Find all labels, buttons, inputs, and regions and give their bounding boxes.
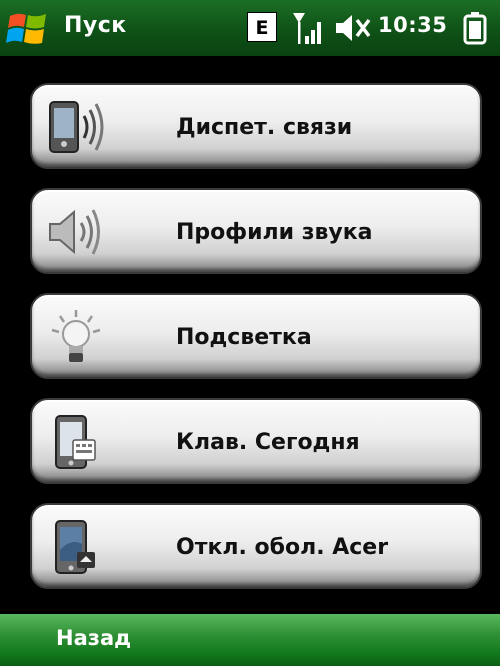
- main-menu: Диспет. связи Профили звука Подсветка Кл…: [0, 56, 500, 614]
- sound-profiles-icon: [49, 209, 100, 255]
- volume-muted-icon[interactable]: [334, 12, 372, 44]
- acer-shell-off-label: Откл. обол. Acer: [176, 535, 389, 560]
- sound-profiles-button[interactable]: Профили звука: [30, 188, 482, 274]
- today-keyboard-label: Клав. Сегодня: [176, 430, 360, 455]
- start-title[interactable]: Пуск: [64, 13, 127, 38]
- backlight-bulb-icon: [51, 310, 101, 362]
- battery-icon[interactable]: [462, 11, 488, 45]
- acer-shell-off-button[interactable]: Откл. обол. Acer: [30, 503, 482, 589]
- clock[interactable]: 10:35: [378, 13, 447, 37]
- status-bar: Пуск E 10:35: [0, 0, 500, 57]
- connection-manager-icon: [49, 101, 104, 153]
- sound-profiles-label: Профили звука: [176, 220, 373, 245]
- windows-start-icon[interactable]: [6, 8, 50, 48]
- back-softkey[interactable]: Назад: [56, 626, 131, 650]
- network-type-badge: E: [247, 12, 277, 42]
- today-keyboard-button[interactable]: Клав. Сегодня: [30, 398, 482, 484]
- connection-manager-label: Диспет. связи: [176, 115, 353, 140]
- backlight-button[interactable]: Подсветка: [30, 293, 482, 379]
- softkey-bar: Назад: [0, 614, 500, 666]
- backlight-label: Подсветка: [176, 325, 312, 350]
- connection-manager-button[interactable]: Диспет. связи: [30, 83, 482, 169]
- acer-shell-off-icon: [55, 520, 95, 574]
- today-keyboard-icon: [55, 415, 96, 469]
- signal-strength-icon[interactable]: [291, 10, 325, 46]
